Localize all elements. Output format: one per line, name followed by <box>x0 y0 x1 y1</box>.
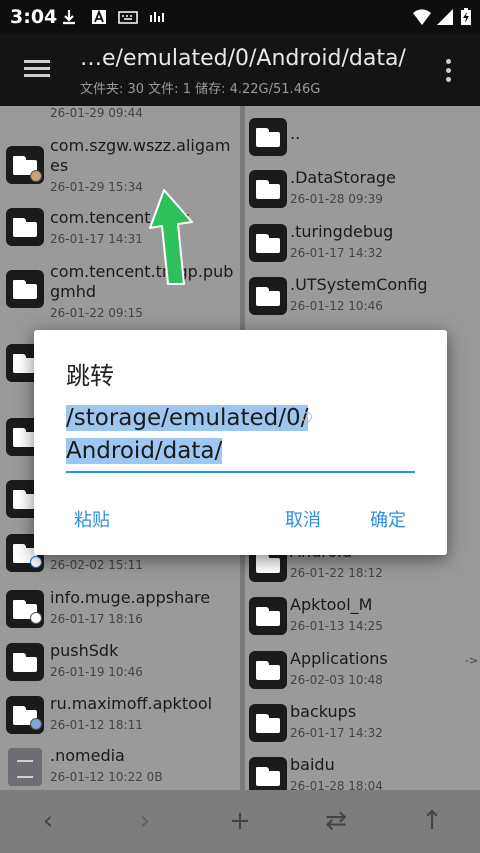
item-name: info.muge.appshare <box>50 588 211 607</box>
input-underline <box>66 471 415 473</box>
item-meta: 26-01-17 18:16 <box>50 612 143 626</box>
forward-button[interactable]: › <box>130 806 160 836</box>
cell-signal-icon <box>437 9 453 25</box>
item-name: .nomedia <box>50 746 125 765</box>
back-button[interactable]: ‹ <box>33 806 63 836</box>
item-meta: 26-01-29 15:34 <box>50 180 143 194</box>
current-path: …e/emulated/0/Android/data/ <box>80 46 406 71</box>
item-meta: 26-02-03 10:48 <box>290 673 383 687</box>
cancel-button[interactable]: 取消 <box>285 506 321 532</box>
app-badge-icon <box>30 556 42 568</box>
battery-charging-icon <box>461 8 471 25</box>
item-meta: 26-01-12 10:46 <box>290 299 383 313</box>
item-name: backups <box>290 702 357 721</box>
folder-icon <box>249 757 287 790</box>
folder-icon <box>249 170 287 208</box>
download-icon <box>63 10 75 25</box>
app-badge-icon <box>30 718 42 730</box>
item-meta: 26-01-12 10:22 0B <box>50 770 163 784</box>
item-meta: 26-01-17 14:32 <box>290 726 383 740</box>
list-item[interactable]: Apktool_M 26-01-13 14:25 <box>245 593 480 641</box>
item-name: com.szgw.wszz.aligam <box>50 136 231 155</box>
list-item[interactable]: com.tencent.tmgp.pub gmhd 26-01-22 09:15 <box>0 260 240 320</box>
status-time: 3:04 <box>10 6 58 28</box>
item-name: Applications <box>290 649 388 668</box>
item-meta: 26-01-19 10:46 <box>50 665 143 679</box>
item-meta: 26-02-02 15:11 <box>50 558 143 572</box>
list-item[interactable]: baidu 26-01-28 18:04 <box>245 753 480 790</box>
swap-panes-button[interactable]: ⇄ <box>321 806 351 836</box>
folder-icon <box>6 208 44 246</box>
ok-button[interactable]: 确定 <box>370 506 406 532</box>
signal-small-icon <box>150 12 164 22</box>
list-item[interactable]: .. <box>245 114 480 158</box>
item-meta: 26-01-17 14:32 <box>290 246 383 260</box>
list-item[interactable]: .nomedia 26-01-12 10:22 0B <box>0 744 240 790</box>
item-meta: 26-01-22 09:15 <box>50 306 143 320</box>
item-name: Apktool_M <box>290 595 373 614</box>
status-bar: 3:04 <box>0 0 480 34</box>
item-name: ru.maximoff.apktool <box>50 694 213 713</box>
list-item[interactable]: .turingdebug 26-01-17 14:32 <box>245 220 480 268</box>
symlink-marker: -> <box>465 654 479 667</box>
paste-button[interactable]: 粘贴 <box>74 506 110 532</box>
path-input-line1: /storage/emulated/0/ <box>66 405 309 431</box>
up-directory-button[interactable]: ↑ <box>417 806 447 836</box>
more-options-icon[interactable] <box>440 56 456 86</box>
list-item[interactable]: backups 26-01-17 14:32 <box>245 700 480 748</box>
hamburger-menu-icon[interactable] <box>22 56 52 84</box>
item-meta: 26-01-29 09:44 <box>50 106 143 120</box>
item-name-cont: gmhd <box>50 282 97 301</box>
list-item[interactable]: 26-01-29 09:44 <box>0 106 240 122</box>
item-name: .DataStorage <box>290 168 396 187</box>
item-meta: 26-01-12 18:11 <box>50 718 143 732</box>
app-bar: …e/emulated/0/Android/data/ 文件夹: 30 文件: … <box>0 34 480 106</box>
green-arrow-icon <box>149 189 193 285</box>
list-item[interactable]: com.tencent.s 26-01-17 14:31 <box>0 206 240 250</box>
item-meta: 26-01-13 14:25 <box>290 619 383 633</box>
app-badge-icon <box>30 612 42 624</box>
app-badge-icon <box>30 170 42 182</box>
bottom-toolbar: ‹ › + ⇄ ↑ <box>0 790 480 853</box>
list-item[interactable]: com.szgw.wszz.aligam es 26-01-29 15:34 <box>0 136 240 196</box>
wifi-icon <box>413 9 431 25</box>
list-item[interactable]: info.muge.appshare 26-01-17 18:16 <box>0 586 240 634</box>
item-name: pushSdk <box>50 641 119 660</box>
folder-icon <box>249 597 287 635</box>
folder-icon <box>249 118 287 156</box>
document-icon <box>8 748 42 786</box>
folder-icon <box>249 651 287 689</box>
folder-icon <box>249 224 287 262</box>
storage-stats: 文件夹: 30 文件: 1 储存: 4.22G/51.46G <box>80 82 321 97</box>
keyboard-icon <box>118 11 138 24</box>
dialog-title: 跳转 <box>66 362 114 390</box>
item-name: .UTSystemConfig <box>290 275 428 294</box>
list-item[interactable]: .DataStorage 26-01-28 09:39 <box>245 166 480 214</box>
folder-icon <box>249 277 287 315</box>
item-name: .. <box>290 124 301 143</box>
goto-dialog: 跳转 /storage/emulated/0/ Android/data/ 粘贴… <box>34 330 447 555</box>
item-meta: 26-01-28 18:04 <box>290 779 383 790</box>
path-input-line2: Android/data/ <box>66 438 223 464</box>
list-item[interactable]: Applications 26-02-03 10:48 <box>245 647 480 695</box>
item-meta: 26-01-28 09:39 <box>290 192 383 206</box>
list-item[interactable]: pushSdk 26-01-19 10:46 <box>0 639 240 687</box>
item-name: baidu <box>290 755 335 774</box>
list-item[interactable]: .UTSystemConfig 26-01-12 10:46 <box>245 273 480 321</box>
item-name-cont: es <box>50 156 69 175</box>
folder-icon <box>249 704 287 742</box>
add-button[interactable]: + <box>225 806 255 836</box>
folder-icon <box>6 643 44 681</box>
item-meta: 26-01-17 14:31 <box>50 232 143 246</box>
list-item[interactable]: ru.maximoff.apktool 26-01-12 18:11 <box>0 692 240 740</box>
a-box-icon <box>92 9 106 24</box>
path-input[interactable]: /storage/emulated/0/ Android/data/ <box>66 402 415 474</box>
item-name: com.tencent.tmgp.pub <box>50 262 234 281</box>
folder-icon <box>6 270 44 308</box>
item-meta: 26-01-22 18:12 <box>290 566 383 580</box>
item-name: .turingdebug <box>290 222 394 241</box>
